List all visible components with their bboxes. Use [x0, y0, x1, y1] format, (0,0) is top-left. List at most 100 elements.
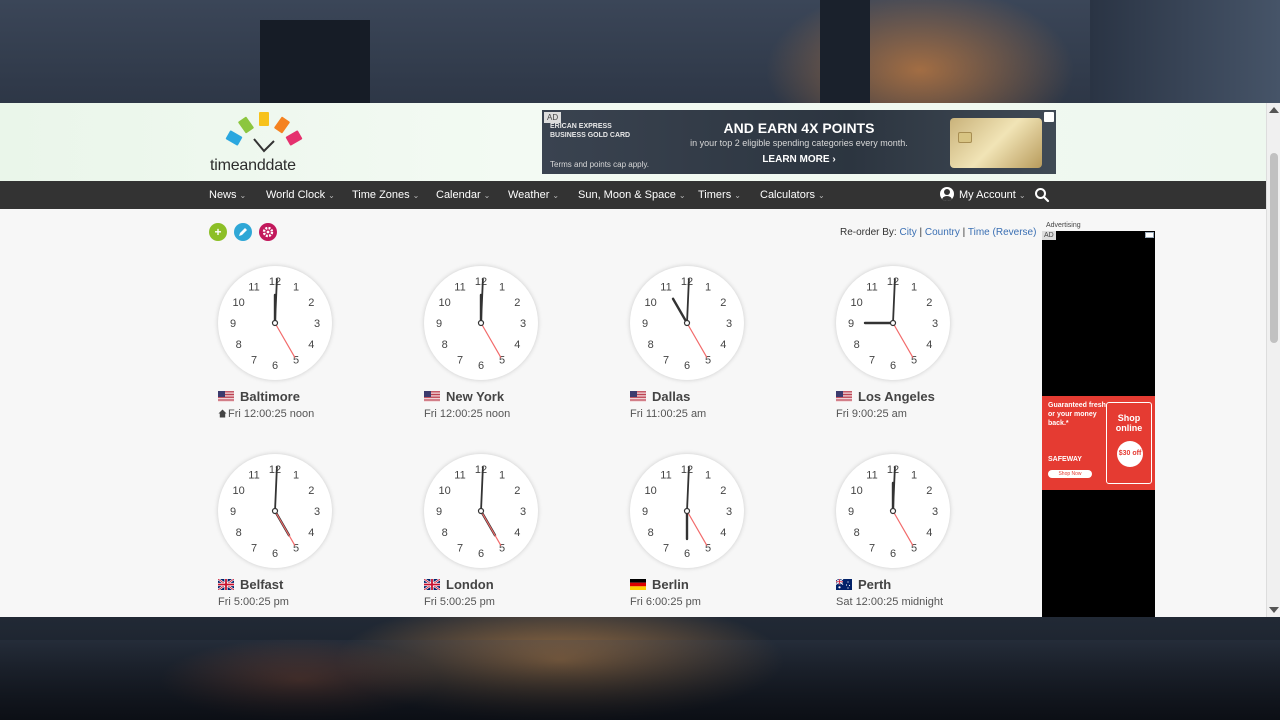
hour-hand [671, 297, 689, 325]
chevron-down-icon: ⌄ [239, 191, 247, 200]
hour-numeral: 2 [308, 485, 314, 497]
us-flag-icon [836, 389, 852, 402]
hour-numeral: 4 [720, 339, 726, 351]
hour-numeral: 2 [514, 297, 520, 309]
hour-numeral: 8 [854, 339, 860, 351]
settings-button[interactable] [259, 223, 277, 241]
chevron-down-icon: ⌄ [552, 191, 560, 200]
city-time: Fri 12:00:25 noon [424, 408, 510, 420]
scroll-down-arrow[interactable] [1269, 607, 1279, 613]
analog-clock: 1 2 3 4 5 6 7 8 9 10 11 12 [218, 454, 332, 568]
nav-item-calculators[interactable]: Calculators ⌄ [760, 181, 825, 209]
nav-item-world-clock[interactable]: World Clock ⌄ [266, 181, 335, 209]
time-text: Fri 12:00:25 noon [228, 408, 315, 420]
hour-numeral: 7 [869, 354, 875, 366]
hour-numeral: 9 [230, 318, 236, 330]
nav-label: Timers [698, 189, 732, 201]
site-logo[interactable]: timeanddate [210, 109, 320, 177]
analog-clock: 1 2 3 4 5 6 7 8 9 10 11 12 [836, 454, 950, 568]
reorder-controls: Re-order By: City | Country | Time (Reve… [840, 227, 1036, 238]
city-row: Dallas [630, 388, 690, 406]
hour-numeral: 1 [911, 282, 917, 294]
vertical-scrollbar[interactable] [1266, 103, 1280, 617]
banner-ad[interactable]: AD ERICAN EXPRESS BUSINESS GOLD CARD Ter… [542, 110, 1056, 174]
background-building [1090, 0, 1280, 105]
ad-headline: AND EARN 4X POINTS [723, 120, 875, 136]
reorder-by-country-link[interactable]: Country [925, 227, 960, 238]
search-icon[interactable] [1034, 187, 1050, 203]
clock-face: 1234567891011 12 [848, 464, 938, 560]
hour-numeral: 8 [854, 527, 860, 539]
clock-card[interactable]: 1 2 3 4 5 6 7 8 9 10 11 12 London Fri 5:00:25 pm [423, 454, 614, 617]
clock-card[interactable]: 1 2 3 4 5 6 7 8 9 10 11 12 Los Angeles Fri 9:00:25 … [836, 266, 1026, 436]
city-row: London [423, 576, 494, 594]
hour-numeral: 1 [911, 470, 917, 482]
nav-item-calendar[interactable]: Calendar ⌄ [436, 181, 490, 209]
nav-item-sun-moon-space[interactable]: Sun, Moon & Space ⌄ [578, 181, 686, 209]
clock-center [683, 507, 691, 515]
hour-numeral: 11 [866, 470, 877, 482]
hour-numeral: 11 [660, 282, 671, 294]
hour-numeral: 4 [308, 527, 314, 539]
hour-numeral: 12 [269, 276, 281, 288]
clock-card[interactable]: 1 2 3 4 5 6 7 8 9 10 11 12 Berlin Fri 6:00:25 pm [630, 454, 820, 617]
nav-item-news[interactable]: News ⌄ [209, 181, 246, 209]
clock-card[interactable]: 1 2 3 4 5 6 7 8 9 10 11 12 Dallas Fri 11:00:25 am [630, 266, 820, 436]
scroll-thumb[interactable] [1270, 153, 1278, 343]
adchoices-icon[interactable] [1145, 232, 1154, 238]
hour-numeral: 7 [251, 354, 257, 366]
safeway-ad[interactable]: Guaranteed fresh or your money back.* SA… [1042, 396, 1155, 490]
city-row: Berlin [630, 576, 689, 594]
hour-numeral: 2 [926, 485, 932, 497]
reorder-by-time-reverse-link[interactable]: Time (Reverse) [968, 227, 1037, 238]
clock-card[interactable]: 1 2 3 4 5 6 7 8 9 10 11 12 Baltimore Fri 12:00:25 n… [218, 266, 408, 436]
clock-card[interactable]: 1 2 3 4 5 6 7 8 9 10 11 12 Belfast Fri 5:00:25 pm [217, 454, 408, 617]
clock-face: 1234567891011 12 [436, 464, 526, 560]
home-icon [218, 409, 227, 418]
clock-card[interactable]: 1 2 3 4 5 6 7 8 9 10 11 12 Perth Sat 12:00:25 midni… [835, 454, 1026, 617]
hour-numeral: 4 [514, 527, 520, 539]
hour-numeral: 11 [248, 282, 259, 294]
germany-flag-icon [630, 577, 646, 590]
clock-center [889, 507, 897, 515]
chevron-down-icon: ⌄ [818, 191, 825, 200]
nav-item-weather[interactable]: Weather ⌄ [508, 181, 559, 209]
chevron-down-icon: ⌄ [678, 191, 686, 200]
hour-numeral: 4 [926, 527, 932, 539]
add-clock-button[interactable]: + [209, 223, 227, 241]
analog-clock: 1 2 3 4 5 6 7 8 9 10 11 12 [836, 266, 950, 380]
analog-clock: 1 2 3 4 5 6 7 8 9 10 11 12 [218, 266, 332, 380]
uk-flag-icon [217, 577, 235, 591]
clock-face: 1234567891011 12 [848, 276, 938, 372]
hour-numeral: 12 [269, 464, 281, 476]
edit-clocks-button[interactable] [234, 223, 252, 241]
hour-numeral: 11 [454, 282, 465, 294]
clock-face: 1234567891011 12 [436, 276, 526, 372]
hour-numeral: 3 [726, 318, 732, 330]
city-time: Fri 9:00:25 am [836, 408, 907, 420]
ad-learn-more-button[interactable]: LEARN MORE › [712, 154, 886, 165]
logo-text: timeanddate [210, 157, 296, 174]
nav-item-timers[interactable]: Timers ⌄ [698, 181, 741, 209]
site-header: timeanddate AD ERICAN EXPRESS BUSINESS G… [0, 103, 1266, 181]
nav-item-time-zones[interactable]: Time Zones ⌄ [352, 181, 419, 209]
hour-numeral: 3 [726, 506, 732, 518]
clock-card[interactable]: 1 2 3 4 5 6 7 8 9 10 11 12 New York Fri 12:00:25 no… [424, 266, 614, 436]
ad-brand: ERICAN EXPRESS BUSINESS GOLD CARD [550, 122, 630, 140]
city-name: Berlin [652, 577, 689, 592]
chevron-down-icon: ⌄ [483, 191, 491, 200]
time-text: Fri 6:00:25 pm [630, 596, 701, 608]
us-flag-icon [424, 389, 440, 402]
nav-label: Calculators [760, 189, 816, 201]
adchoices-icon[interactable] [1044, 112, 1054, 122]
city-time: Sat 12:00:25 midnight [836, 596, 943, 608]
my-account-menu[interactable]: My Account ⌄ [940, 181, 1026, 209]
reorder-by-city-link[interactable]: City [899, 227, 916, 238]
shop-now-button[interactable]: Shop Now [1048, 470, 1092, 478]
hour-numeral: 1 [499, 282, 505, 294]
us-flag-icon [630, 389, 646, 402]
hour-numeral: 4 [926, 339, 932, 351]
scroll-up-arrow[interactable] [1269, 107, 1279, 113]
hour-numeral: 8 [236, 527, 242, 539]
hour-numeral: 2 [926, 297, 932, 309]
